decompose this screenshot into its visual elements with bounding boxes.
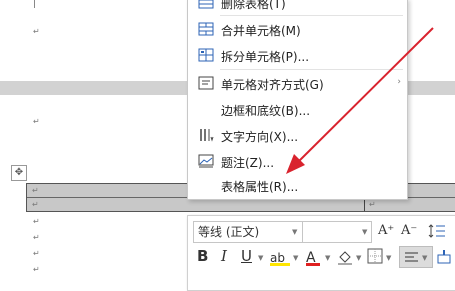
annotation-arrow-icon: [286, 27, 434, 174]
